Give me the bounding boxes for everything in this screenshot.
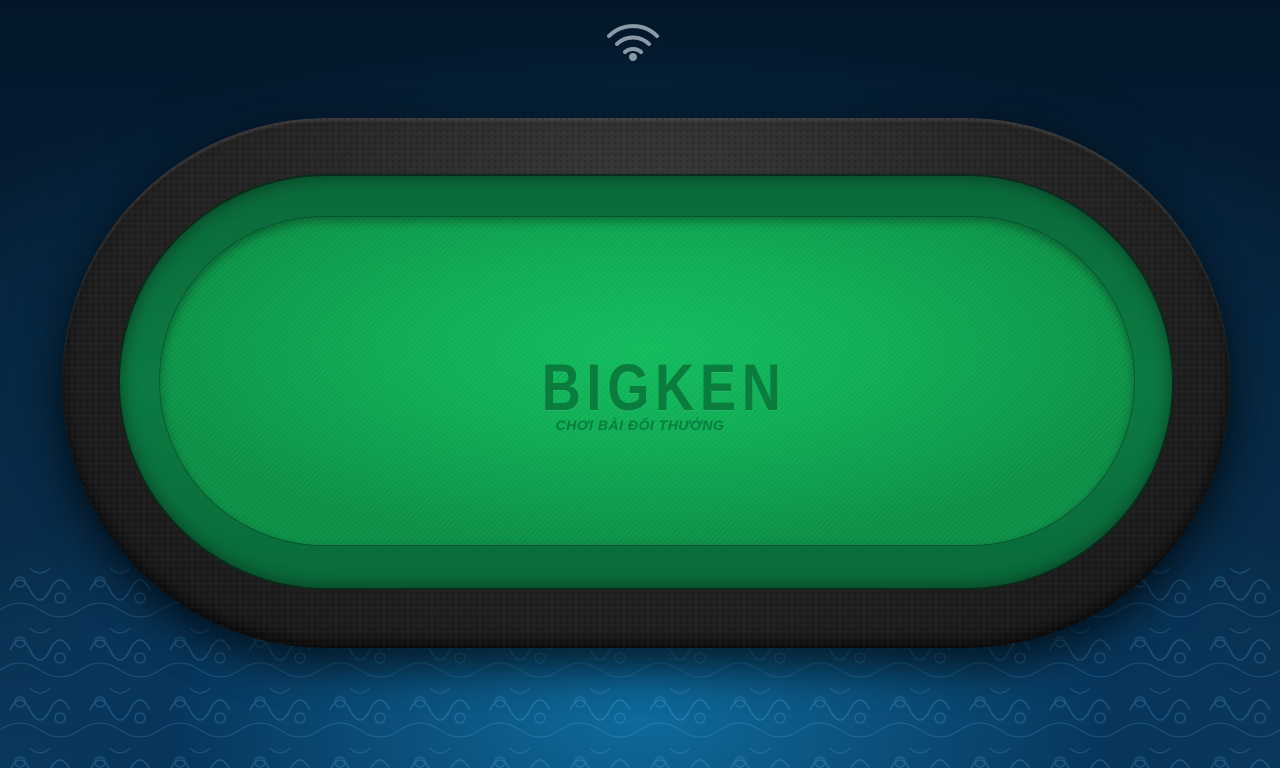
table-logo: BIGKEN CHƠI BÀI ĐỔI THƯỞNG — [520, 350, 787, 434]
wifi-icon — [607, 24, 659, 61]
logo-title: BIGKEN — [541, 350, 787, 424]
game-scene: BIGKEN CHƠI BÀI ĐỔI THƯỞNG — [0, 0, 1280, 768]
